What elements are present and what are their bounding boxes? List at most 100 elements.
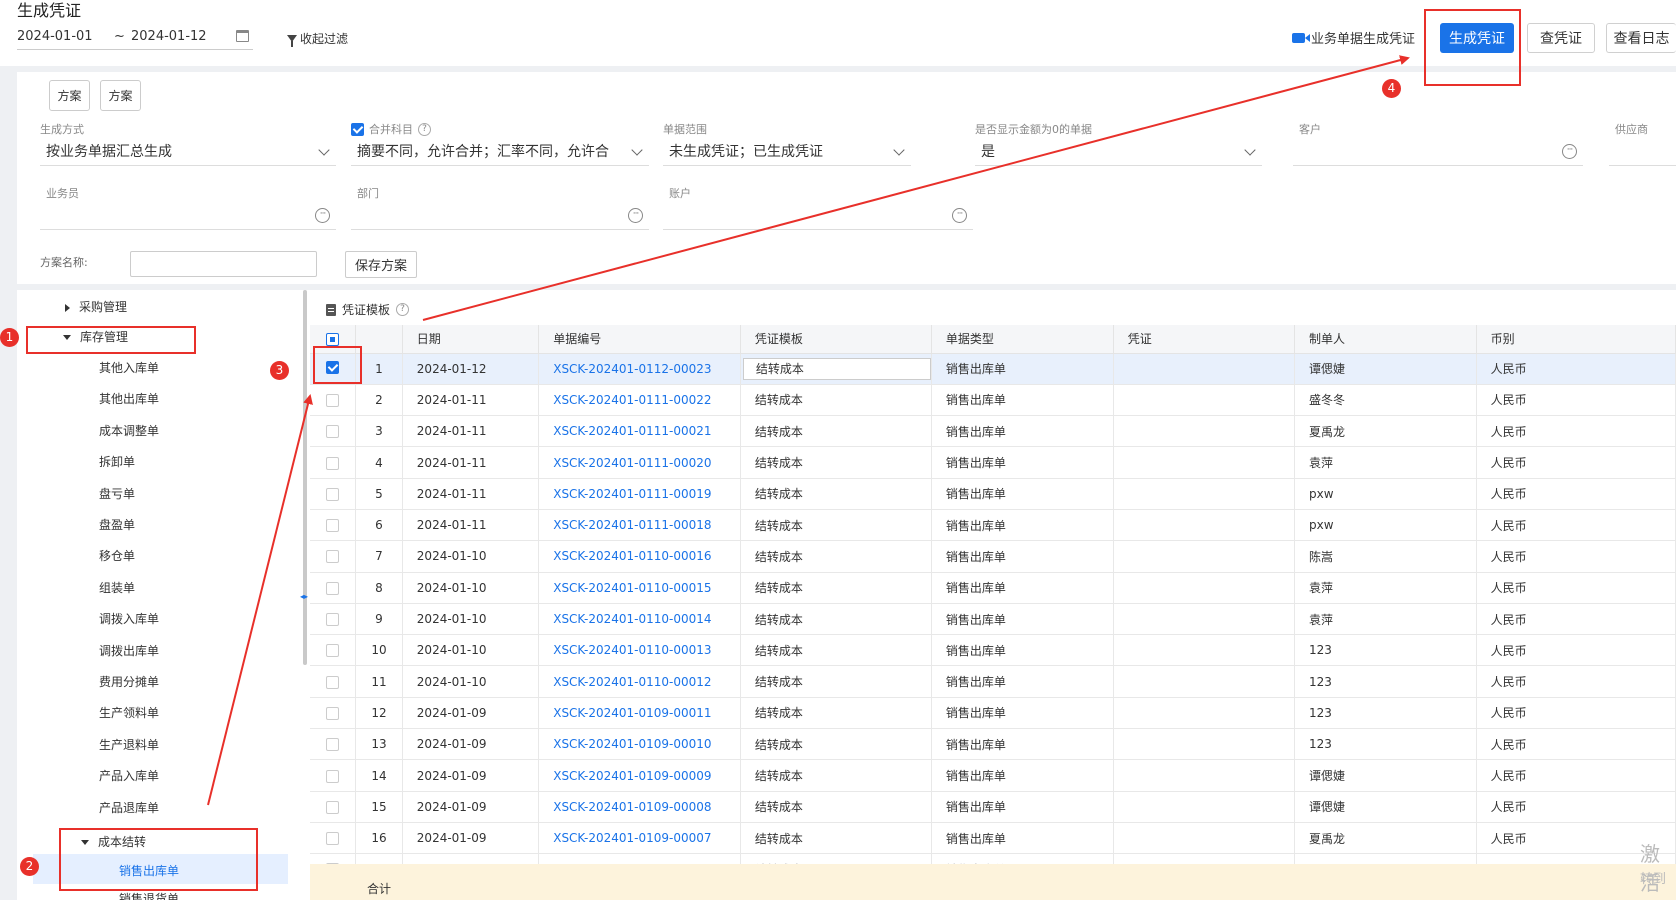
row-select-cell[interactable] bbox=[310, 478, 357, 510]
scheme-button-2[interactable]: 方案 bbox=[100, 80, 141, 111]
table-row[interactable]: 8 2024-01-10 XSCK-202401-0110-00015 结转成本 销售出… bbox=[310, 572, 1676, 604]
doc-number-link[interactable]: XSCK-202401-0109-00011 bbox=[538, 697, 741, 730]
dept-field[interactable]: 部门 ··· bbox=[351, 186, 649, 230]
tree-node-item[interactable]: 产品入库单 bbox=[99, 767, 159, 784]
zero-amount-select[interactable]: 是 bbox=[975, 140, 1262, 166]
template-cell[interactable]: 结转成本 bbox=[740, 509, 932, 542]
doc-number-link[interactable]: XSCK-202401-0111-00021 bbox=[538, 415, 741, 448]
doc-number-link[interactable]: XSCK-202401-0111-00022 bbox=[538, 384, 741, 417]
method-select[interactable]: 按业务单据汇总生成 bbox=[40, 140, 336, 166]
row-select-cell[interactable] bbox=[310, 791, 357, 823]
row-select-cell[interactable] bbox=[310, 697, 357, 730]
doc-number-link[interactable]: XSCK-202401-0110-00012 bbox=[538, 665, 741, 698]
range-select[interactable]: 未生成凭证；已生成凭证 bbox=[663, 140, 911, 166]
customer-input[interactable]: ··· bbox=[1293, 140, 1583, 166]
doc-number-link[interactable]: XSCK-202401-0111-00018 bbox=[538, 509, 741, 542]
supplier-input[interactable] bbox=[1609, 140, 1676, 166]
date-range-picker[interactable]: 2024-01-01 ~ 2024-01-12 bbox=[17, 28, 253, 50]
doc-number-link[interactable]: XSCK-202401-0109-00008 bbox=[538, 791, 741, 823]
tree-node-purchase[interactable]: 采购管理 bbox=[65, 298, 127, 315]
template-input[interactable]: 结转成本 bbox=[742, 357, 931, 380]
row-select-cell[interactable] bbox=[310, 509, 357, 542]
row-checkbox[interactable] bbox=[326, 519, 340, 533]
template-cell[interactable]: 结转成本 bbox=[740, 697, 932, 730]
row-checkbox[interactable] bbox=[326, 550, 340, 564]
row-select-cell[interactable] bbox=[310, 759, 357, 792]
tree-node-item[interactable]: 盘盈单 bbox=[99, 516, 135, 533]
column-header[interactable]: 日期 bbox=[402, 325, 540, 354]
tree-node-item[interactable]: 盘亏单 bbox=[99, 485, 135, 502]
doc-number-link[interactable]: XSCK-202401-0110-00013 bbox=[538, 634, 741, 667]
merge-checkbox[interactable] bbox=[351, 122, 364, 136]
dept-input[interactable]: ··· bbox=[351, 204, 649, 230]
row-select-cell[interactable] bbox=[310, 384, 357, 417]
table-row[interactable]: 12 2024-01-09 XSCK-202401-0109-00011 结转成本 销售… bbox=[310, 697, 1676, 730]
tree-node-item[interactable]: 调拨入库单 bbox=[99, 610, 159, 627]
template-cell[interactable]: 结转成本 bbox=[740, 540, 932, 573]
table-row[interactable]: 11 2024-01-10 XSCK-202401-0110-00012 结转成本 销售… bbox=[310, 665, 1676, 698]
tree-node-item[interactable]: 成本调整单 bbox=[99, 422, 159, 439]
template-cell[interactable]: 结转成本 bbox=[740, 353, 932, 385]
template-cell[interactable]: 结转成本 bbox=[740, 478, 932, 510]
scheme-name-input[interactable] bbox=[130, 251, 317, 277]
panel-splitter[interactable]: ◂▸ bbox=[300, 592, 308, 601]
row-select-cell[interactable] bbox=[310, 665, 357, 698]
more-icon[interactable]: ··· bbox=[628, 208, 643, 223]
help-icon[interactable]: ? bbox=[396, 303, 410, 316]
template-cell[interactable]: 结转成本 bbox=[740, 634, 932, 667]
tree-scrollbar[interactable] bbox=[303, 290, 307, 665]
row-checkbox[interactable] bbox=[326, 425, 340, 439]
doc-number-link[interactable]: XSCK-202401-0110-00016 bbox=[538, 540, 741, 573]
table-row[interactable]: 1 2024-01-12 XSCK-202401-0112-00023 结转成本 销售出… bbox=[310, 353, 1676, 385]
row-checkbox[interactable] bbox=[326, 706, 340, 720]
table-row[interactable]: 3 2024-01-11 XSCK-202401-0111-00021 结转成本 销售出… bbox=[310, 415, 1676, 448]
tree-node-sales-return[interactable]: 销售退货单 bbox=[119, 890, 179, 900]
collapse-filter-button[interactable]: 收起过滤 bbox=[287, 30, 348, 47]
tree-node-item[interactable]: 调拨出库单 bbox=[99, 642, 159, 659]
column-header[interactable]: 凭证 bbox=[1113, 325, 1296, 354]
template-cell[interactable]: 结转成本 bbox=[740, 791, 932, 823]
column-header[interactable]: 币别 bbox=[1476, 325, 1676, 354]
table-row[interactable]: 10 2024-01-10 XSCK-202401-0110-00013 结转成本 销售… bbox=[310, 634, 1676, 667]
template-cell[interactable]: 结转成本 bbox=[740, 446, 932, 479]
tree-node-item[interactable]: 移仓单 bbox=[99, 547, 135, 564]
table-row[interactable]: 6 2024-01-11 XSCK-202401-0111-00018 结转成本 销售出… bbox=[310, 509, 1676, 542]
customer-field[interactable]: 客户 ··· bbox=[1293, 122, 1583, 166]
template-cell[interactable]: 结转成本 bbox=[740, 665, 932, 698]
row-select-cell[interactable] bbox=[310, 415, 357, 448]
row-select-cell[interactable] bbox=[310, 728, 357, 761]
view-log-button[interactable]: 查看日志 bbox=[1606, 23, 1676, 53]
table-row[interactable]: 13 2024-01-09 XSCK-202401-0109-00010 结转成本 销售… bbox=[310, 728, 1676, 761]
tree-node-item[interactable]: 生产领料单 bbox=[99, 704, 159, 721]
doc-number-link[interactable]: XSCK-202401-0110-00015 bbox=[538, 572, 741, 604]
template-cell[interactable]: 结转成本 bbox=[740, 822, 932, 855]
template-cell[interactable]: 结转成本 bbox=[740, 759, 932, 792]
column-header[interactable]: 单据类型 bbox=[931, 325, 1114, 354]
row-select-cell[interactable] bbox=[310, 572, 357, 604]
doc-number-link[interactable]: XSCK-202401-0111-00019 bbox=[538, 478, 741, 510]
doc-number-link[interactable]: XSCK-202401-0110-00014 bbox=[538, 603, 741, 636]
merge-field[interactable]: 合并科目? 摘要不同，允许合并；汇率不同，允许合 bbox=[351, 122, 649, 166]
row-checkbox[interactable] bbox=[326, 487, 340, 501]
column-header[interactable]: 单据编号 bbox=[538, 325, 741, 354]
table-row[interactable]: 14 2024-01-09 XSCK-202401-0109-00009 结转成本 销售… bbox=[310, 759, 1676, 792]
row-checkbox[interactable] bbox=[326, 613, 340, 627]
scheme-button-1[interactable]: 方案 bbox=[49, 80, 90, 111]
calendar-icon[interactable] bbox=[236, 30, 249, 42]
template-cell[interactable]: 结转成本 bbox=[740, 603, 932, 636]
row-checkbox[interactable] bbox=[326, 832, 340, 846]
tree-node-item[interactable]: 费用分摊单 bbox=[99, 673, 159, 690]
row-checkbox[interactable] bbox=[326, 675, 340, 689]
doc-number-link[interactable]: XSCK-202401-0112-00023 bbox=[538, 353, 741, 385]
table-row[interactable]: 16 2024-01-09 XSCK-202401-0109-00007 结转成本 销售… bbox=[310, 822, 1676, 855]
table-row[interactable]: 7 2024-01-10 XSCK-202401-0110-00016 结转成本 销售出… bbox=[310, 540, 1676, 573]
doc-number-link[interactable]: XSCK-202401-0109-00010 bbox=[538, 728, 741, 761]
table-row[interactable]: 15 2024-01-09 XSCK-202401-0109-00008 结转成本 销售… bbox=[310, 791, 1676, 823]
account-input[interactable]: ··· bbox=[663, 204, 973, 230]
salesman-field[interactable]: 业务员 ··· bbox=[40, 186, 336, 230]
row-checkbox[interactable] bbox=[326, 769, 340, 783]
row-checkbox[interactable] bbox=[326, 581, 340, 595]
row-select-cell[interactable] bbox=[310, 446, 357, 479]
row-checkbox[interactable] bbox=[326, 738, 340, 752]
row-select-cell[interactable] bbox=[310, 822, 357, 855]
